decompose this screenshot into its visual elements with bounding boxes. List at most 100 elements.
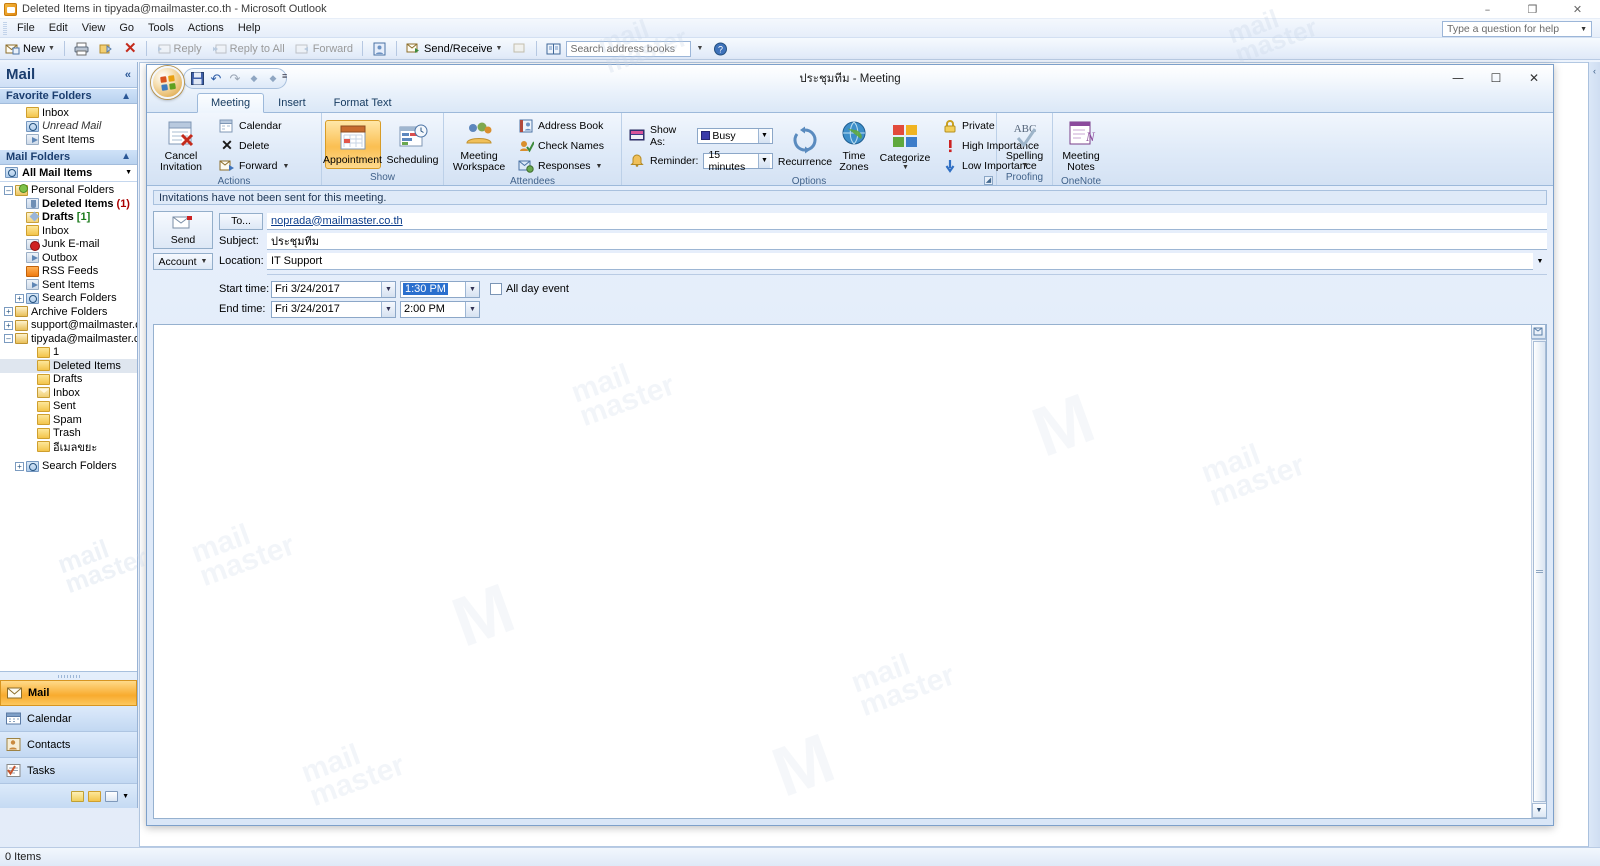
window-close-button[interactable]: ✕ xyxy=(1555,0,1600,19)
chevron-down-icon[interactable]: ▼ xyxy=(596,163,603,170)
subject-input[interactable]: ประชุมทีม xyxy=(267,232,1547,250)
send-receive-button[interactable]: Send/Receive ▼ xyxy=(401,39,507,58)
meeting-close-button[interactable]: ✕ xyxy=(1515,65,1553,91)
meeting-workspace-button[interactable]: Meeting Workspace xyxy=(449,116,509,176)
reply-all-button[interactable]: Reply to All xyxy=(207,39,290,58)
all-day-event-row[interactable]: All day event xyxy=(490,283,569,295)
cancel-invitation-button[interactable]: Cancel Invitation xyxy=(152,116,210,176)
help-question-input[interactable]: Type a question for help ▼ xyxy=(1442,21,1592,37)
chevron-up-icon[interactable]: ▲ xyxy=(121,91,131,102)
tree-item-deleted-items[interactable]: Deleted Items (1) xyxy=(0,197,137,211)
move-to-folder-button[interactable] xyxy=(94,39,119,58)
menu-item-help[interactable]: Help xyxy=(231,20,268,36)
print-button[interactable] xyxy=(69,39,94,58)
chevron-down-icon[interactable]: ▼ xyxy=(48,45,55,52)
tree-item-search-folders[interactable]: + Search Folders xyxy=(0,292,137,306)
send-button[interactable]: Send xyxy=(153,211,213,249)
delete-button[interactable]: ✕ Delete xyxy=(214,137,294,156)
search-dropdown-button[interactable]: ▼ xyxy=(691,39,708,58)
menu-item-edit[interactable]: Edit xyxy=(42,20,75,36)
reminder-select[interactable]: 15 minutes ▼ xyxy=(703,149,773,173)
office-button[interactable] xyxy=(151,66,184,99)
show-as-select[interactable]: Busy ▼ xyxy=(697,127,773,144)
help-button[interactable]: ? xyxy=(708,39,733,58)
all-day-event-checkbox[interactable] xyxy=(490,283,502,295)
redo-icon[interactable]: ↷ xyxy=(228,71,242,86)
options-dialog-launcher-icon[interactable]: ◢ xyxy=(984,176,993,185)
chevron-up-icon[interactable]: ▲ xyxy=(121,151,131,162)
menu-item-view[interactable]: View xyxy=(75,20,113,36)
chevron-down-icon[interactable]: ▼ xyxy=(381,301,395,317)
chevron-down-icon[interactable]: ▼ xyxy=(125,169,132,176)
tree-item-thai-folder[interactable]: อีเมลขยะ xyxy=(0,440,137,454)
favorite-item-unread-mail[interactable]: Unread Mail xyxy=(0,120,137,134)
search-address-books-input[interactable]: Search address books xyxy=(566,40,692,57)
to-recipient-link[interactable]: noprada@mailmaster.co.th xyxy=(271,215,403,227)
start-date-select[interactable]: Fri 3/24/2017 ▼ xyxy=(271,280,396,298)
responses-button[interactable]: Responses ▼ xyxy=(513,157,609,176)
time-zones-button[interactable]: Time Zones xyxy=(835,116,873,176)
location-dropdown-icon[interactable]: ▼ xyxy=(1533,254,1547,269)
customize-qat-icon[interactable]: ≡ xyxy=(282,71,287,81)
tree-item-sent-items[interactable]: Sent Items xyxy=(0,278,137,292)
tree-item-personal-folders[interactable]: – Personal Folders xyxy=(0,183,137,198)
tree-item-sent-account[interactable]: Sent xyxy=(0,400,137,414)
address-book-toolbar-button[interactable] xyxy=(367,39,392,58)
tab-format-text[interactable]: Format Text xyxy=(320,93,406,112)
chevron-down-icon[interactable]: ▼ xyxy=(696,45,703,52)
meeting-body-area[interactable]: mail master mail master mail master mail… xyxy=(153,324,1547,819)
folder-list-small-icon[interactable] xyxy=(88,790,102,802)
expander-icon[interactable]: + xyxy=(4,307,13,317)
menu-item-tools[interactable]: Tools xyxy=(141,20,181,36)
tree-item-support-account[interactable]: + support@mailmaster.co xyxy=(0,319,137,333)
favorite-folders-header[interactable]: Favorite Folders ▲ xyxy=(0,88,137,104)
chevron-down-icon[interactable]: ▼ xyxy=(758,128,770,143)
location-input[interactable]: IT Support xyxy=(267,252,1533,270)
account-button[interactable]: Account ▼ xyxy=(153,253,213,270)
spelling-button[interactable]: ABC Spelling ▼ xyxy=(1002,116,1047,172)
menu-item-file[interactable]: File xyxy=(10,20,42,36)
menu-item-actions[interactable]: Actions xyxy=(181,20,231,36)
tree-item-junk-email[interactable]: Junk E-mail xyxy=(0,238,137,252)
chevron-down-icon[interactable]: ▼ xyxy=(122,793,129,800)
tree-item-rss-feeds[interactable]: RSS Feeds xyxy=(0,265,137,279)
expander-icon[interactable]: – xyxy=(4,334,13,344)
scroll-down-button[interactable]: ▼ xyxy=(1531,803,1546,818)
expander-icon[interactable]: + xyxy=(15,461,24,471)
scheduling-button[interactable]: Scheduling xyxy=(385,120,441,169)
minimize-body-icon[interactable] xyxy=(1531,325,1546,339)
chevron-down-icon[interactable]: ▼ xyxy=(902,164,909,171)
nav-button-calendar[interactable]: Calendar xyxy=(0,706,137,732)
tab-insert[interactable]: Insert xyxy=(264,93,320,112)
forward-button[interactable]: Forward xyxy=(290,39,358,58)
calendar-button[interactable]: Calendar xyxy=(214,117,294,136)
expander-icon[interactable]: + xyxy=(15,293,24,303)
tree-item-spam-account[interactable]: Spam xyxy=(0,413,137,427)
chevron-down-icon[interactable]: ▼ xyxy=(381,281,395,297)
all-mail-items-selector[interactable]: All Mail Items ▼ xyxy=(0,164,137,182)
chevron-down-icon[interactable]: ▼ xyxy=(758,153,770,168)
start-clock-select[interactable]: 1:30 PM ▼ xyxy=(400,280,480,298)
undo-icon[interactable]: ↶ xyxy=(209,71,223,86)
end-clock-select[interactable]: 2:00 PM ▼ xyxy=(400,300,480,318)
expander-icon[interactable]: – xyxy=(4,185,13,195)
forward-button[interactable]: Forward ▼ xyxy=(214,157,294,176)
tree-item-tipyada-account[interactable]: – tipyada@mailmaster.co. xyxy=(0,332,137,346)
chevron-down-icon[interactable]: ▼ xyxy=(496,45,503,52)
previous-item-icon[interactable]: ◆ xyxy=(247,72,261,86)
shortcuts-small-icon[interactable] xyxy=(105,790,119,802)
to-do-bar-collapsed[interactable]: ‹ xyxy=(1588,62,1600,847)
tree-item-drafts-account[interactable]: Drafts xyxy=(0,373,137,387)
mail-folders-header[interactable]: Mail Folders ▲ xyxy=(0,148,137,165)
address-book-button[interactable]: Address Book xyxy=(513,117,609,136)
tree-item-deleted-items-account[interactable]: Deleted Items xyxy=(0,359,137,373)
expander-icon[interactable]: + xyxy=(4,320,13,330)
nav-resize-grip[interactable] xyxy=(0,672,137,680)
meeting-maximize-button[interactable]: ☐ xyxy=(1477,65,1515,91)
favorite-item-inbox[interactable]: Inbox xyxy=(0,106,137,120)
menu-item-go[interactable]: Go xyxy=(112,20,141,36)
window-maximize-button[interactable]: ❐ xyxy=(1510,0,1555,19)
tree-item-outbox[interactable]: Outbox xyxy=(0,251,137,265)
notes-small-icon[interactable] xyxy=(71,790,85,802)
delete-button[interactable]: ✕ xyxy=(119,39,142,58)
